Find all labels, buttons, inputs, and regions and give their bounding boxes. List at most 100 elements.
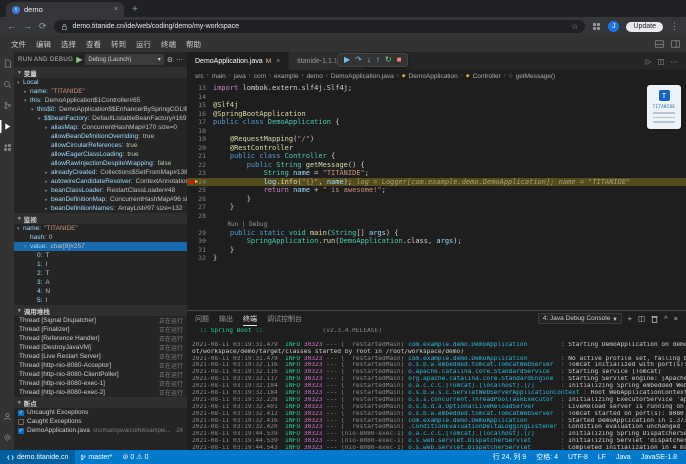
editor-tab[interactable]: DemoApplication.javaM×	[187, 52, 289, 70]
code-line[interactable]: 30 SpringApplication.run(DemoApplication…	[187, 237, 686, 246]
watch-row[interactable]: 0:T	[14, 251, 187, 260]
thread-row[interactable]: Thread [http-nio-8080-ClientPoller]正在运行	[14, 370, 187, 379]
split-terminal-icon[interactable]: ◫	[638, 315, 645, 323]
breadcrumb-item[interactable]: demo	[307, 73, 323, 80]
tab-close-icon[interactable]: ×	[276, 58, 280, 65]
kill-terminal-icon[interactable]	[651, 315, 658, 323]
status-item[interactable]: LF	[593, 454, 611, 461]
address-bar[interactable]: demo.titanide.cn/ide/web/coding/demo/my-…	[54, 20, 586, 33]
panel-tab-输出[interactable]: 输出	[219, 311, 233, 326]
variable-row[interactable]: ▸aliasMap:ConcurrentHashMap#170 size=0	[14, 123, 187, 132]
stop-icon[interactable]: ■	[397, 56, 402, 64]
variable-row[interactable]: allowRawInjectionDespiteWrapping:false	[14, 159, 187, 168]
code-line[interactable]: 26 }	[187, 195, 686, 204]
variable-row[interactable]: ▸alreadyCreated:Collections$SetFromMap#1…	[14, 168, 187, 177]
thread-row[interactable]: Thread [Reference Handler]正在运行	[14, 334, 187, 343]
menu-查看[interactable]: 查看	[81, 39, 106, 50]
codelens-run-debug[interactable]: Run | Debug	[213, 221, 267, 228]
code-line[interactable]: 24▶ log.info("{}", name); log = Logger[c…	[187, 178, 686, 187]
menu-运行[interactable]: 运行	[131, 39, 156, 50]
breakpoint-row[interactable]: ✓DemoApplication.javasrc/main/java/com/e…	[14, 426, 187, 435]
breadcrumb[interactable]: src›main›java›com›example›demo›DemoAppli…	[187, 70, 686, 82]
breakpoint-checkbox[interactable]: ✓	[18, 428, 24, 434]
watch-row[interactable]: 4:N	[14, 287, 187, 296]
panel-tab-问题[interactable]: 问题	[195, 311, 209, 326]
code-line[interactable]: 20 @RestController	[187, 144, 686, 153]
status-item[interactable]: Java	[611, 454, 636, 461]
code-line[interactable]: 32}	[187, 254, 686, 263]
browser-tab[interactable]: t demo ×	[6, 2, 124, 17]
code-line[interactable]: 18	[187, 127, 686, 136]
breadcrumb-item[interactable]: DemoApplication	[409, 73, 458, 80]
code-line[interactable]: 31 }	[187, 246, 686, 255]
views-more-icon[interactable]: ⋯	[176, 56, 183, 64]
variable-row[interactable]: ▸beanDefinitionMap:ConcurrentHashMap#96 …	[14, 195, 187, 204]
bookmark-star-icon[interactable]: ☆	[571, 22, 578, 31]
section-watch[interactable]: ▾监视	[14, 213, 187, 224]
start-debug-icon[interactable]: ▶	[76, 55, 82, 64]
section-breakpoints[interactable]: ▾断点	[14, 397, 187, 408]
code-editor[interactable]: 13import lombok.extern.slf4j.Slf4j;1415@…	[187, 82, 686, 310]
thread-row[interactable]: Thread [Signal Dispatcher]正在运行	[14, 316, 187, 325]
breadcrumb-item[interactable]: example	[274, 73, 299, 80]
variable-row[interactable]: allowEagerClassLoading:true	[14, 150, 187, 159]
breadcrumb-item[interactable]: getMessage()	[516, 73, 556, 80]
menu-帮助[interactable]: 帮助	[181, 39, 206, 50]
menu-编辑[interactable]: 编辑	[31, 39, 56, 50]
thread-row[interactable]: Thread [http-nio-8080-exec-1]正在运行	[14, 379, 187, 388]
code-line[interactable]: 23 String name = "TITANIDE";	[187, 169, 686, 178]
watch-row[interactable]: ▾value:char[8]#257	[14, 242, 187, 251]
breakpoint-row[interactable]: Caught Exceptions	[14, 417, 187, 426]
status-item[interactable]: UTF-8	[563, 454, 593, 461]
menu-终端[interactable]: 终端	[156, 39, 181, 50]
thread-row[interactable]: Thread [DestroyJavaVM]正在运行	[14, 343, 187, 352]
variable-row[interactable]: ▾this$0:DemoApplication$$EnhancerBySprin…	[14, 105, 187, 114]
variable-row[interactable]: allowCircularReferences:true	[14, 141, 187, 150]
browser-avatar[interactable]: J	[608, 21, 619, 32]
browser-menu-icon[interactable]: ⋮	[670, 21, 679, 32]
terminal-picker[interactable]: 4: Java Debug Console▾	[538, 313, 622, 324]
code-line[interactable]: 14	[187, 93, 686, 102]
code-line[interactable]: 15@Slf4j	[187, 101, 686, 110]
code-line[interactable]: 17public class DemoApplication {	[187, 118, 686, 127]
menu-转到[interactable]: 转到	[106, 39, 131, 50]
watch-row[interactable]: ▾name:"TITANIDE"	[14, 224, 187, 233]
tab-close-icon[interactable]: ×	[114, 6, 118, 13]
browser-update-button[interactable]: Update	[626, 22, 663, 32]
reload-icon[interactable]: ⟳	[39, 22, 47, 31]
code-line[interactable]: 22 public String getMessage() {	[187, 161, 686, 170]
code-line[interactable]: 21 public class Controller {	[187, 152, 686, 161]
problems-indicator[interactable]: ⊘0 ⚠0	[118, 453, 154, 461]
thread-row[interactable]: Thread [http-nio-8080-Acceptor]正在运行	[14, 361, 187, 370]
panel-tab-调试控制台[interactable]: 调试控制台	[267, 311, 302, 326]
breakpoint-dot-icon[interactable]	[189, 180, 194, 185]
code-line[interactable]: 28	[187, 212, 686, 221]
step-out-icon[interactable]: ↑	[376, 56, 380, 64]
variable-row[interactable]: ▾Local	[14, 78, 187, 87]
breakpoint-checkbox[interactable]: ✓	[18, 410, 24, 416]
git-branch[interactable]: master*	[75, 454, 117, 461]
panel-tab-终端[interactable]: 终端	[243, 311, 257, 326]
breadcrumb-item[interactable]: src	[195, 73, 204, 80]
split-editor-icon[interactable]	[671, 40, 680, 48]
debug-settings-gear-icon[interactable]: ⚙	[167, 56, 173, 64]
back-icon[interactable]: ←	[7, 22, 16, 31]
breadcrumb-item[interactable]: Controller	[473, 73, 501, 80]
toggle-panel-icon[interactable]	[655, 40, 664, 48]
status-item[interactable]: JavaSE-1.8	[636, 454, 682, 461]
breakpoint-row[interactable]: ✓Uncaught Exceptions	[14, 408, 187, 417]
launch-config-select[interactable]: Debug (Launch)▾	[85, 54, 163, 65]
variable-row[interactable]: ▸autowireCandidateResolver:ContextAnnota…	[14, 177, 187, 186]
status-item[interactable]: 行 24, 列 9	[488, 452, 531, 462]
menu-文件[interactable]: 文件	[6, 39, 31, 50]
breadcrumb-item[interactable]: java	[234, 73, 246, 80]
restart-icon[interactable]: ↻	[385, 56, 392, 64]
variable-row[interactable]: ▸beanClassLoader:RestartClassLoader#48	[14, 186, 187, 195]
source-control-icon[interactable]	[0, 99, 14, 112]
menu-选择[interactable]: 选择	[56, 39, 81, 50]
section-call-stack[interactable]: ▾调用堆栈	[14, 305, 187, 316]
account-icon[interactable]	[0, 410, 14, 423]
maximize-panel-icon[interactable]: ^	[664, 315, 668, 323]
code-line[interactable]: 27 }	[187, 203, 686, 212]
forward-icon[interactable]: →	[23, 22, 32, 31]
